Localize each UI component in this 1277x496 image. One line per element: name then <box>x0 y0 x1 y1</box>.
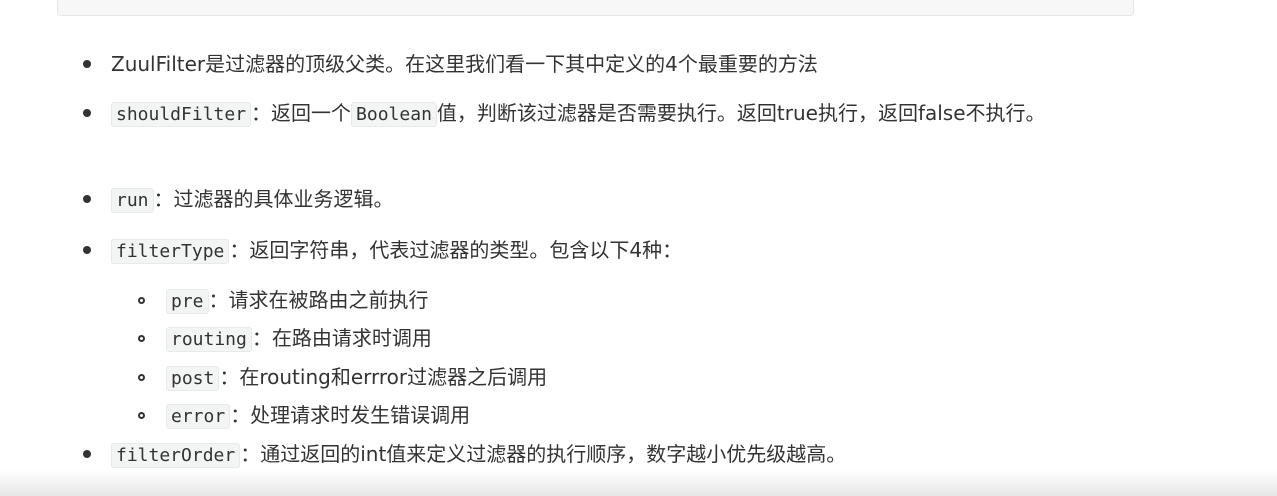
bullet-icon <box>83 195 91 203</box>
list-item-filterorder: filterOrder ：通过返回的int值来定义过滤器的执行顺序，数字越小优先级… <box>83 435 1121 475</box>
inline-code-boolean: Boolean <box>351 102 437 127</box>
list-item-shouldfilter: shouldFilter ：返回一个 Boolean 值，判断该过滤器是否需要执行。返… <box>83 94 1121 134</box>
inline-code-filterorder: filterOrder <box>111 443 241 468</box>
circle-bullet-icon <box>138 335 145 342</box>
inline-code-shouldfilter: shouldFilter <box>111 102 252 127</box>
bottom-fade <box>0 470 1277 496</box>
item-text: 值，判断该过滤器是否需要执行。返回true执行，返回false不执行。 <box>436 101 1046 125</box>
circle-bullet-icon <box>138 412 145 419</box>
inline-code-error: error <box>166 404 231 429</box>
item-text: ：返回字符串，代表过滤器的类型。包含以下4种： <box>229 238 683 262</box>
circle-bullet-icon <box>138 374 145 381</box>
sub-item-pre: pre ：请求在被路由之前执行 <box>138 283 1066 319</box>
code-block-box <box>57 0 1134 16</box>
sub-item-error: error ：处理请求时发生错误调用 <box>138 398 1066 434</box>
sub-item-text: ：在路由请求时调用 <box>251 326 432 350</box>
bullet-icon <box>83 60 91 68</box>
inline-code-pre: pre <box>166 289 209 314</box>
bullet-icon <box>83 109 91 117</box>
list-item-zuulfilter: ZuulFilter是过滤器的顶级父类。在这里我们看一下其中定义的4个最重要的方… <box>83 45 1121 83</box>
circle-bullet-icon <box>138 297 145 304</box>
sub-item-text: ：处理请求时发生错误调用 <box>230 403 471 427</box>
sub-item-post: post ：在routing和errror过滤器之后调用 <box>138 360 1066 396</box>
bullet-icon <box>83 246 91 254</box>
inline-code-post: post <box>166 366 220 391</box>
sub-item-text: ：请求在被路由之前执行 <box>208 288 429 312</box>
inline-code-routing: routing <box>166 327 252 352</box>
item-text: ：通过返回的int值来定义过滤器的执行顺序，数字越小优先级越高。 <box>240 442 847 466</box>
item-text: ：过滤器的具体业务逻辑。 <box>153 187 394 211</box>
item-text: ：返回一个 <box>251 101 352 125</box>
sub-item-routing: routing ：在路由请求时调用 <box>138 321 1066 357</box>
sub-item-text: ：在routing和errror过滤器之后调用 <box>219 365 548 389</box>
bullet-icon <box>83 450 91 458</box>
inline-code-run: run <box>111 188 154 213</box>
inline-code-filtertype: filterType <box>111 239 230 264</box>
list-item-run: run ：过滤器的具体业务逻辑。 <box>83 180 1121 220</box>
list-item-filtertype: filterType ：返回字符串，代表过滤器的类型。包含以下4种： <box>83 231 1121 271</box>
item-text: ZuulFilter是过滤器的顶级父类。在这里我们看一下其中定义的4个最重要的方… <box>111 52 818 76</box>
